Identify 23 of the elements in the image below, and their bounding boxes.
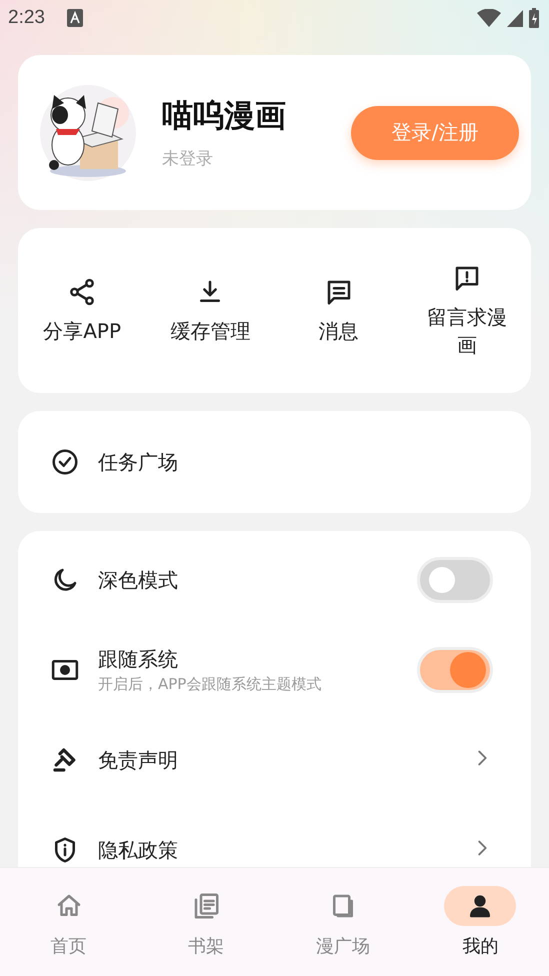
wifi-icon (477, 9, 501, 27)
toggle-switch[interactable] (417, 647, 493, 693)
setting-description: 开启后，APP会跟随系统主题模式 (98, 675, 322, 694)
task-card[interactable]: 任务广场 (18, 411, 531, 513)
status-time: 2:23 (8, 7, 45, 29)
shortcut-item[interactable]: 缓存管理 (170, 316, 250, 344)
task-label: 任务广场 (98, 448, 178, 476)
setting-label: 跟随系统 (98, 646, 179, 673)
nav-label[interactable]: 我的 (462, 934, 498, 958)
keyboard-notification-icon (66, 9, 83, 27)
nav-tab[interactable] (444, 886, 516, 926)
setting-label: 免责声明 (98, 746, 178, 774)
battery-icon (529, 8, 539, 28)
check-circle-icon (50, 447, 80, 477)
shortcut-item[interactable]: 消息 (318, 316, 359, 344)
toggle-switch[interactable] (417, 557, 493, 603)
shortcut-item[interactable]: 分享APP (43, 316, 122, 344)
login-status: 未登录 (162, 148, 214, 170)
signal-icon (507, 10, 523, 26)
setting-label: 深色模式 (98, 566, 178, 594)
setting-label: 隐私政策 (98, 836, 178, 864)
app-title: 喵呜漫画 (162, 97, 286, 136)
shortcut-item[interactable]: 留言求漫画 (422, 302, 512, 358)
